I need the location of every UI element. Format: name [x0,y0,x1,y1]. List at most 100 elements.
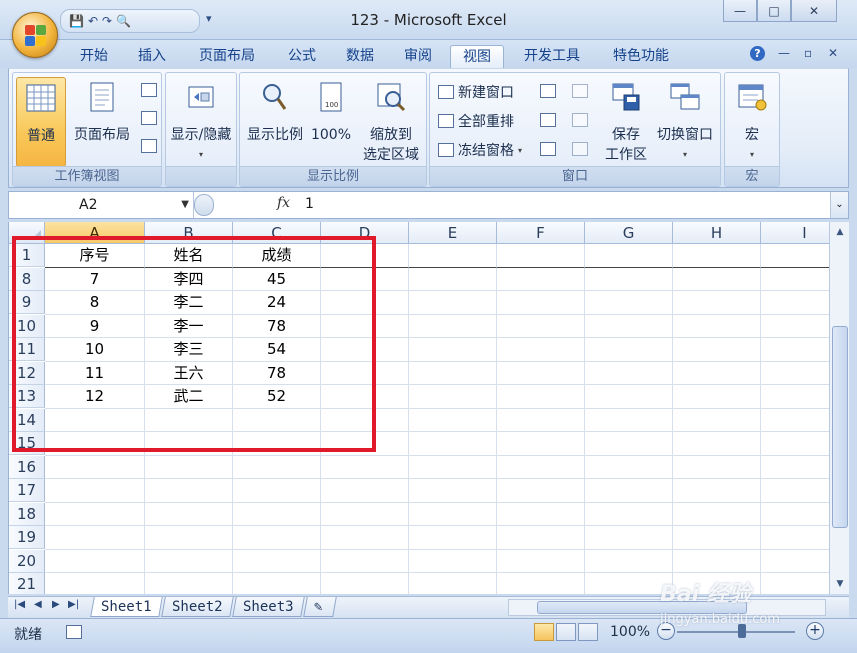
cell-c8[interactable]: 45 [233,267,321,291]
cell-g8[interactable] [585,267,673,291]
cell-b10[interactable]: 李一 [145,314,233,338]
cell-b16[interactable] [145,455,233,479]
cell-h1[interactable] [673,244,761,268]
tab-insert[interactable]: 插入 [126,45,178,68]
tab-data[interactable]: 数据 [334,45,386,68]
page-layout-view-button[interactable]: 页面布局 [69,77,135,145]
scroll-down-icon[interactable]: ▼ [832,576,848,592]
cell-b14[interactable] [145,408,233,432]
cell-h13[interactable] [673,385,761,409]
cell-i16[interactable] [761,456,829,479]
row-header-18[interactable]: 18 [9,502,45,526]
cell-e9[interactable] [409,291,497,315]
cell-e14[interactable] [409,408,497,432]
tab-formulas[interactable]: 公式 [276,45,328,68]
cell-i13[interactable] [761,385,829,409]
column-header-f[interactable]: F [497,222,585,244]
macro-recording-icon[interactable] [66,625,82,639]
worksheet-grid[interactable]: A B C D E F G H I 1 序号 姓名 成绩 8 7 李四 45 9 8 李二 24 10 9 李一 78 11 10 李… [8,222,829,594]
row-header-12[interactable]: 12 [9,361,45,385]
cell-e16[interactable] [409,455,497,479]
cell-a15[interactable] [45,432,145,456]
full-screen-icon[interactable] [141,139,157,153]
insert-function-icon[interactable]: fx [277,195,290,211]
cell-e17[interactable] [409,479,497,503]
cell-g14[interactable] [585,408,673,432]
cell-f18[interactable] [497,502,585,526]
cell-c21[interactable] [233,573,321,594]
cell-g15[interactable] [585,432,673,456]
select-all-button[interactable] [9,222,45,244]
cell-i10[interactable] [761,315,829,338]
tab-page-layout[interactable]: 页面布局 [188,45,266,68]
row-header-13[interactable]: 13 [9,385,45,408]
tab-view[interactable]: 视图 [450,45,504,68]
new-window-button[interactable]: 新建窗口 [438,81,514,103]
unhide-window-icon[interactable] [540,142,556,156]
synchronous-scrolling-icon[interactable] [572,113,588,127]
cell-c13[interactable]: 52 [233,385,321,409]
ribbon-close-button[interactable]: ✕ [828,46,838,60]
cell-f13[interactable] [497,385,585,409]
custom-views-icon[interactable] [141,111,157,125]
cell-d9[interactable] [321,291,409,315]
cell-f15[interactable] [497,432,585,456]
cell-i12[interactable] [761,362,829,385]
maximize-button[interactable]: □ [757,0,791,22]
cell-b1[interactable]: 姓名 [145,244,233,268]
cell-c19[interactable] [233,526,321,550]
cell-c14[interactable] [233,408,321,432]
row-header-20[interactable]: 20 [9,549,45,573]
cell-f14[interactable] [497,408,585,432]
cell-b11[interactable]: 李三 [145,338,233,362]
cell-a17[interactable] [45,479,145,503]
cell-d12[interactable] [321,361,409,385]
cell-b13[interactable]: 武二 [145,385,233,409]
macros-button[interactable]: 宏 ▾ [727,77,777,165]
column-header-c[interactable]: C [233,222,321,244]
cell-b8[interactable]: 李四 [145,267,233,291]
cell-i18[interactable] [761,503,829,526]
cell-a8[interactable]: 7 [45,267,145,291]
cell-c16[interactable] [233,455,321,479]
cell-d14[interactable] [321,408,409,432]
split-icon[interactable] [540,84,556,98]
column-header-a[interactable]: A [45,222,145,244]
cell-f20[interactable] [497,549,585,573]
cell-b18[interactable] [145,502,233,526]
cell-b15[interactable] [145,432,233,456]
cell-f19[interactable] [497,526,585,550]
view-side-by-side-icon[interactable] [572,84,588,98]
column-header-g[interactable]: G [585,222,673,244]
cell-a20[interactable] [45,549,145,573]
formula-bar-splitter[interactable] [194,194,214,216]
cell-d19[interactable] [321,526,409,550]
tab-developer[interactable]: 开发工具 [512,45,592,68]
cell-a9[interactable]: 8 [45,291,145,315]
tab-special-features[interactable]: 特色功能 [602,45,680,68]
row-header-9[interactable]: 9 [9,291,45,314]
show-hide-button[interactable]: 显示/隐藏 ▾ [168,77,234,165]
cell-d21[interactable] [321,573,409,594]
row-header-1[interactable]: 1 [9,244,45,267]
cell-g9[interactable] [585,291,673,315]
cell-d13[interactable] [321,385,409,409]
cell-h14[interactable] [673,408,761,432]
cell-d17[interactable] [321,479,409,503]
column-header-h[interactable]: H [673,222,761,244]
cell-i17[interactable] [761,479,829,503]
cell-f9[interactable] [497,291,585,315]
chevron-down-icon[interactable]: ▼ [181,192,189,218]
cell-f12[interactable] [497,361,585,385]
cell-e15[interactable] [409,432,497,456]
zoom-100-button[interactable]: 100 100% [308,77,354,145]
row-header-21[interactable]: 21 [9,573,45,594]
hide-window-icon[interactable] [540,113,556,127]
cell-e18[interactable] [409,502,497,526]
zoom-in-button[interactable]: + [806,622,824,640]
cell-e1[interactable] [409,244,497,268]
cell-c9[interactable]: 24 [233,291,321,315]
row-header-11[interactable]: 11 [9,338,45,361]
help-icon[interactable]: ? [750,46,765,61]
cell-h19[interactable] [673,526,761,550]
